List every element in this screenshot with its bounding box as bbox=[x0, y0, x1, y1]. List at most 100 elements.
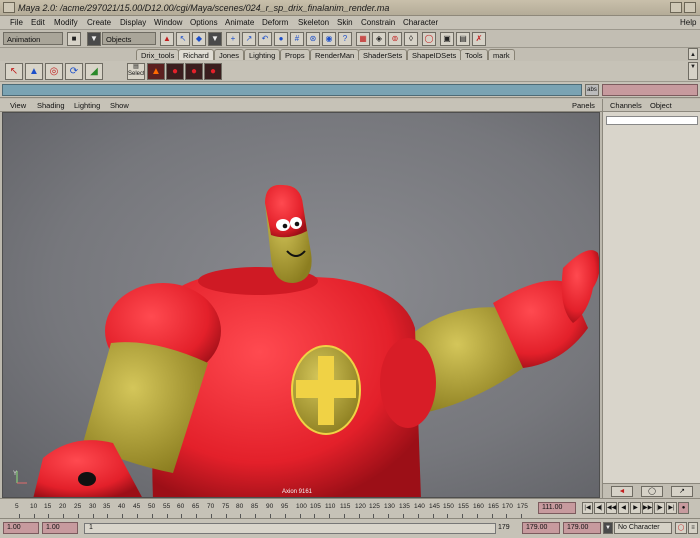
tool-settings-icon[interactable]: ✗ bbox=[472, 32, 486, 46]
menu-window[interactable]: Window bbox=[154, 18, 182, 27]
panel-menu-view[interactable]: View bbox=[10, 101, 26, 110]
menu-skeleton[interactable]: Skeleton bbox=[298, 18, 329, 27]
menu-create[interactable]: Create bbox=[87, 18, 111, 27]
render-globals-icon[interactable]: ⊚ bbox=[388, 32, 402, 46]
current-frame-field[interactable]: 111.00 bbox=[538, 502, 576, 514]
menu-file[interactable]: File bbox=[10, 18, 23, 27]
animation-end-field[interactable]: 179.00 bbox=[563, 522, 601, 534]
range-slider-track[interactable]: 1 bbox=[84, 523, 496, 534]
menu-character[interactable]: Character bbox=[403, 18, 438, 27]
render-icon[interactable]: ▦ bbox=[356, 32, 370, 46]
perspective-viewport[interactable]: Y Axion 9161 bbox=[2, 112, 600, 498]
shelf-tab-shadersets[interactable]: ShaderSets bbox=[358, 49, 408, 60]
attribute-editor-icon[interactable]: ◯ bbox=[422, 32, 436, 46]
command-input[interactable] bbox=[2, 84, 582, 96]
abs-toggle[interactable]: abs bbox=[585, 84, 599, 96]
channel-box-name-field[interactable] bbox=[606, 116, 698, 125]
select-component-icon[interactable]: ◆ bbox=[192, 32, 206, 46]
shelf-tabs: Drix_tools Richard Jones Lighting Props … bbox=[0, 48, 700, 61]
play-backwards-icon[interactable]: ◀ bbox=[618, 502, 629, 514]
shelf-tab-renderman[interactable]: RenderMan bbox=[310, 49, 360, 60]
step-forward-icon[interactable]: |▶ bbox=[654, 502, 665, 514]
play-forwards-icon[interactable]: ▶ bbox=[630, 502, 641, 514]
select-tool-icon[interactable]: ↖ bbox=[5, 63, 23, 80]
lasso-tool-icon[interactable]: ◎ bbox=[45, 63, 63, 80]
camera-icon[interactable]: ◉ bbox=[322, 32, 336, 46]
shelf-tab-props[interactable]: Props bbox=[280, 49, 310, 60]
snap-curve-icon[interactable]: ↗ bbox=[242, 32, 256, 46]
current-character-field[interactable]: No Character bbox=[614, 522, 672, 534]
step-forward-key-icon[interactable]: ▶▶ bbox=[642, 502, 653, 514]
mode-selector[interactable]: Animation bbox=[3, 32, 63, 45]
panel-menu-show[interactable]: Show bbox=[110, 101, 129, 110]
mask-dropdown-icon[interactable]: ▼ bbox=[208, 32, 222, 46]
hypershade-icon[interactable]: ◊ bbox=[404, 32, 418, 46]
shelf-tab-mark[interactable]: mark bbox=[488, 49, 515, 60]
snap-point-icon[interactable]: ↶ bbox=[258, 32, 272, 46]
step-back-icon[interactable]: ◀| bbox=[594, 502, 605, 514]
auto-key-icon[interactable]: ◯ bbox=[675, 522, 687, 534]
channel-box-toggle-icon[interactable]: ▣ bbox=[440, 32, 454, 46]
rotate-tool-icon[interactable]: ⟳ bbox=[65, 63, 83, 80]
lock-icon[interactable]: ■ bbox=[67, 32, 81, 46]
menu-edit[interactable]: Edit bbox=[31, 18, 45, 27]
shelf-tab-drix-tools[interactable]: Drix_tools bbox=[136, 49, 180, 60]
character-pose-icon-3[interactable]: ● bbox=[204, 63, 222, 80]
select-hierarchy-icon[interactable]: ▲ bbox=[160, 32, 174, 46]
menu-options[interactable]: Options bbox=[190, 18, 218, 27]
time-tick-label: 20 bbox=[59, 503, 67, 510]
flame-icon[interactable]: ▲ bbox=[147, 63, 165, 80]
playback-start-field[interactable]: 1.00 bbox=[42, 522, 78, 534]
outliner-icon[interactable]: ▤ bbox=[456, 32, 470, 46]
snap-grid-icon[interactable]: + bbox=[226, 32, 240, 46]
query-icon[interactable]: ? bbox=[338, 32, 352, 46]
layer-button-1[interactable]: ◄ bbox=[611, 486, 633, 497]
channels-menu[interactable]: Channels bbox=[610, 101, 642, 110]
menu-skin[interactable]: Skin bbox=[337, 18, 353, 27]
time-tick-label: 170 bbox=[502, 503, 513, 510]
animation-start-field[interactable]: 1.00 bbox=[3, 522, 39, 534]
panel-menu-panels[interactable]: Panels bbox=[572, 101, 595, 110]
menu-constrain[interactable]: Constrain bbox=[361, 18, 395, 27]
shelf-scroll-up-icon[interactable]: ▲ bbox=[688, 48, 698, 60]
minimize-icon[interactable] bbox=[670, 2, 682, 13]
go-to-start-icon[interactable]: |◀ bbox=[582, 502, 593, 514]
shelf-tab-lighting[interactable]: Lighting bbox=[244, 49, 281, 60]
scale-tool-icon[interactable]: ◢ bbox=[85, 63, 103, 80]
menu-help[interactable]: Help bbox=[680, 18, 696, 27]
time-slider[interactable]: 5 10 15 20 25 30 35 40 45 50 55 60 65 70 75 80 85 90 95 100… bbox=[0, 498, 700, 518]
playback-end-field[interactable]: 179.00 bbox=[522, 522, 560, 534]
step-back-key-icon[interactable]: ◀◀ bbox=[606, 502, 617, 514]
animation-prefs-icon[interactable]: ≡ bbox=[688, 522, 698, 534]
shelf-tab-richard[interactable]: Richard bbox=[178, 49, 214, 60]
character-dropdown-icon[interactable]: ▼ bbox=[603, 522, 613, 534]
character-pose-icon-2[interactable]: ● bbox=[185, 63, 203, 80]
menu-deform[interactable]: Deform bbox=[262, 18, 288, 27]
select-shelf-button[interactable]: ▤ Select bbox=[127, 63, 145, 80]
menu-modify[interactable]: Modify bbox=[54, 18, 78, 27]
shelf-tab-shapeidsets[interactable]: ShapeIDSets bbox=[407, 49, 462, 60]
shelf-scroll-down-icon[interactable]: ▼ bbox=[688, 62, 698, 80]
select-object-icon[interactable]: ↖ bbox=[176, 32, 190, 46]
snap-view-icon[interactable]: ● bbox=[274, 32, 288, 46]
move-tool-icon[interactable]: ▲ bbox=[25, 63, 43, 80]
menu-display[interactable]: Display bbox=[120, 18, 146, 27]
ipr-render-icon[interactable]: ◈ bbox=[372, 32, 386, 46]
layer-button-3[interactable]: ↗ bbox=[671, 486, 693, 497]
window-menu-icon[interactable] bbox=[3, 2, 15, 13]
panel-menu-shading[interactable]: Shading bbox=[37, 101, 65, 110]
grid-icon[interactable]: # bbox=[290, 32, 304, 46]
object-menu[interactable]: Object bbox=[650, 101, 672, 110]
menu-animate[interactable]: Animate bbox=[225, 18, 254, 27]
key-icon[interactable]: ● bbox=[678, 502, 689, 514]
selection-mask-field[interactable]: Objects bbox=[102, 32, 156, 45]
shelf-tab-tools[interactable]: Tools bbox=[460, 49, 488, 60]
dropdown-arrow-icon[interactable]: ▼ bbox=[87, 32, 101, 46]
go-to-end-icon[interactable]: ▶| bbox=[666, 502, 677, 514]
maximize-icon[interactable] bbox=[684, 2, 696, 13]
character-pose-icon-1[interactable]: ● bbox=[166, 63, 184, 80]
layer-button-2[interactable]: ◯ bbox=[641, 486, 663, 497]
panel-menu-lighting[interactable]: Lighting bbox=[74, 101, 100, 110]
shelf-tab-jones[interactable]: Jones bbox=[214, 49, 245, 60]
pivot-icon[interactable]: ⊛ bbox=[306, 32, 320, 46]
